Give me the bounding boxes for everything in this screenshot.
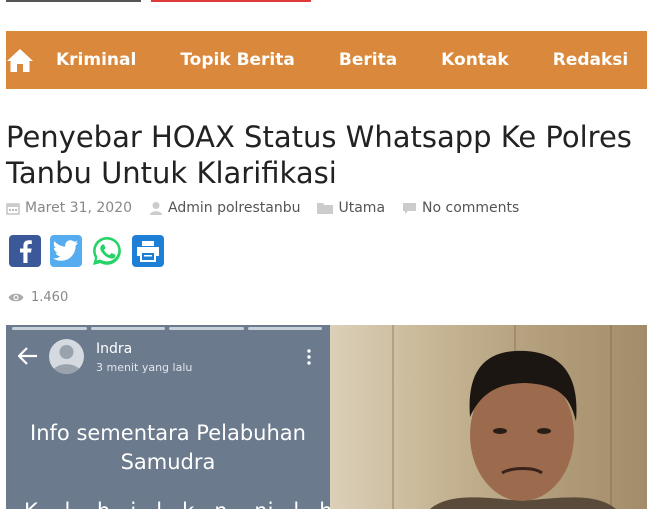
top-text-fragment <box>6 0 141 2</box>
nav-item-berita[interactable]: Berita <box>317 50 419 70</box>
top-link-strip <box>6 0 316 6</box>
nav-item-kriminal[interactable]: Kriminal <box>34 50 158 70</box>
post-date: Maret 31, 2020 <box>6 200 132 216</box>
contact-name: Indra <box>96 341 133 357</box>
post-comments-text[interactable]: No comments <box>422 200 519 216</box>
status-message-line1: Info sementara Pelabuhan <box>30 421 306 445</box>
status-message-line3: K... l... h...i...l...k...n ...ni...l...… <box>24 499 333 509</box>
whatsapp-status-screenshot: Indra 3 menit yang lalu Info sementara P… <box>6 325 333 509</box>
facebook-icon <box>20 240 32 263</box>
contact-avatar <box>49 339 84 374</box>
printer-icon <box>137 241 159 262</box>
nav-home[interactable] <box>6 31 34 89</box>
page-title: Penyebar HOAX Status Whatsapp Ke Polres … <box>6 120 632 190</box>
main-navigation: Kriminal Topik Berita Berita Kontak Reda… <box>6 31 647 89</box>
folder-icon <box>317 203 334 214</box>
user-icon <box>150 202 163 215</box>
more-options-icon <box>307 349 311 365</box>
post-author-text[interactable]: Admin polrestanbu <box>168 200 300 216</box>
post-comments[interactable]: No comments <box>402 200 519 216</box>
calendar-icon <box>6 202 20 215</box>
status-message: Info sementara Pelabuhan Samudra <box>6 419 330 477</box>
person-figure <box>430 350 616 509</box>
post-category-text[interactable]: Utama <box>338 200 385 216</box>
share-buttons <box>9 235 164 267</box>
post-date-text: Maret 31, 2020 <box>25 200 133 216</box>
status-progress-bars <box>12 327 322 330</box>
post-author[interactable]: Admin polrestanbu <box>149 200 300 216</box>
whatsapp-share-button[interactable] <box>91 235 123 267</box>
view-count-text: 1.460 <box>31 290 69 305</box>
comment-icon <box>403 202 417 214</box>
post-meta: Maret 31, 2020 Admin polrestanbu Utama N… <box>6 199 536 217</box>
featured-image[interactable]: Indra 3 menit yang lalu Info sementara P… <box>6 325 647 509</box>
home-icon <box>7 49 33 72</box>
avatar-placeholder-icon <box>52 345 81 374</box>
nav-item-topik-berita[interactable]: Topik Berita <box>158 50 317 70</box>
twitter-icon <box>53 240 78 261</box>
status-time: 3 menit yang lalu <box>96 361 193 374</box>
back-arrow-icon <box>18 347 37 365</box>
twitter-share-button[interactable] <box>50 235 82 267</box>
post-category[interactable]: Utama <box>317 200 385 216</box>
nav-item-redaksi[interactable]: Redaksi <box>531 50 647 70</box>
status-message-line2: Samudra <box>120 450 216 474</box>
facebook-share-button[interactable] <box>9 235 41 267</box>
whatsapp-icon <box>93 237 121 265</box>
nav-item-kontak[interactable]: Kontak <box>419 50 531 70</box>
top-link-fragment[interactable] <box>151 0 311 2</box>
suspect-photo <box>330 325 647 509</box>
view-count: 1.460 <box>8 290 68 305</box>
print-button[interactable] <box>132 235 164 267</box>
eye-icon <box>8 293 24 302</box>
